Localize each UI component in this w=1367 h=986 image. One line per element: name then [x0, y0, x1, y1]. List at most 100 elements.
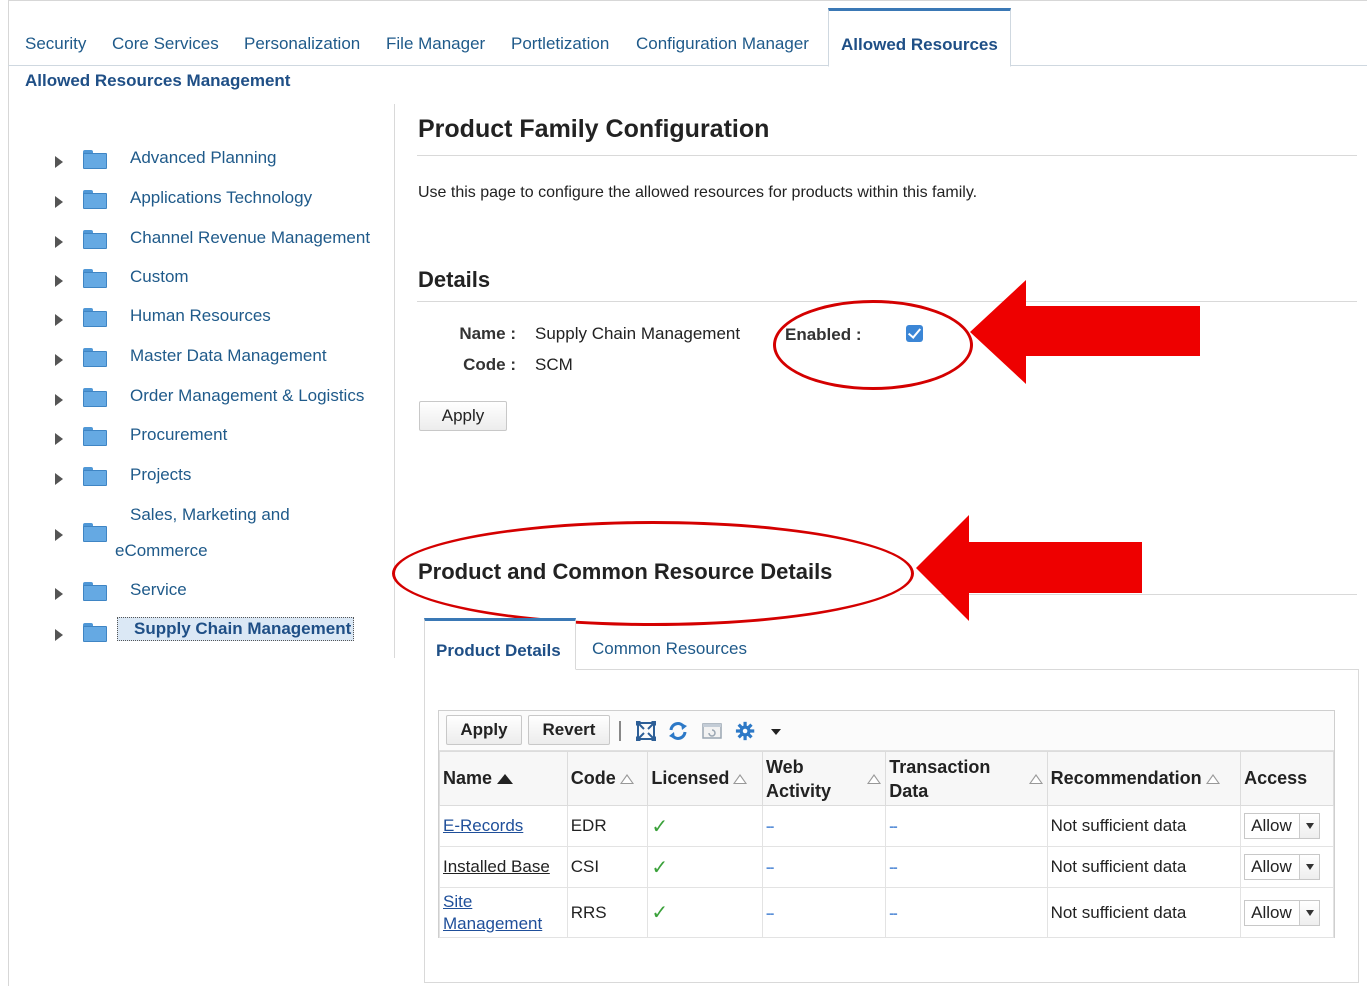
access-select[interactable]: Allow	[1244, 899, 1321, 926]
web-activity-value: --	[765, 859, 774, 875]
column-header-access: Access	[1240, 751, 1334, 806]
folder-icon	[83, 348, 107, 367]
table-toolbar: Apply Revert	[439, 711, 1334, 751]
table-apply-button[interactable]: Apply	[446, 715, 522, 745]
sort-icon[interactable]	[1205, 774, 1220, 785]
folder-icon	[83, 427, 107, 446]
expand-arrow-icon[interactable]	[55, 156, 63, 168]
expand-arrow-icon[interactable]	[55, 236, 63, 248]
expand-arrow-icon[interactable]	[55, 588, 63, 600]
resource-code: EDR	[566, 805, 649, 847]
expand-arrow-icon[interactable]	[55, 394, 63, 406]
tab-allowed-resources[interactable]: Allowed Resources	[828, 8, 1011, 67]
tree-item-label[interactable]: Master Data Management	[130, 346, 327, 366]
resource-name-link[interactable]: Installed Base	[443, 857, 550, 876]
transaction-data-value: --	[889, 904, 897, 921]
transaction-data-value: --	[889, 859, 897, 875]
column-header-name[interactable]: Name	[439, 751, 568, 806]
table-row: Site Management RRS ✓ -- -- Not sufficien…	[439, 887, 1334, 938]
folder-icon	[83, 523, 107, 542]
top-navigation: Security Core Services Personalization F…	[8, 8, 1367, 67]
revert-button[interactable]: Revert	[528, 715, 610, 745]
tree-item-label[interactable]: Applications Technology	[130, 188, 312, 208]
column-header-recommendation[interactable]: Recommendation	[1046, 751, 1242, 806]
sort-icon[interactable]	[733, 774, 748, 785]
tree-item-label[interactable]: Sales, Marketing and	[130, 505, 290, 525]
expand-arrow-icon[interactable]	[55, 314, 63, 326]
folder-icon	[83, 230, 107, 249]
tree-item-label[interactable]: Order Management & Logistics	[130, 386, 364, 406]
folder-icon	[83, 467, 107, 486]
resources-table: Name Code Licensed Web Activity Transacti…	[439, 751, 1334, 938]
name-label: Name :	[459, 324, 516, 343]
tab-configuration-manager[interactable]: Configuration Manager	[636, 34, 809, 54]
annotation-arrow-icon	[916, 515, 1142, 621]
column-header-transaction-data[interactable]: Transaction Data	[885, 751, 1048, 806]
expand-arrow-icon[interactable]	[55, 354, 63, 366]
table-row: Installed Base CSI ✓ -- -- Not sufficien…	[439, 846, 1334, 888]
expand-arrow-icon[interactable]	[55, 433, 63, 445]
web-activity-value: --	[765, 904, 774, 921]
tab-core-services[interactable]: Core Services	[112, 34, 219, 54]
tab-common-resources[interactable]: Common Resources	[592, 639, 747, 659]
folder-icon	[83, 582, 107, 601]
column-header-licensed[interactable]: Licensed	[647, 751, 763, 806]
tab-product-details[interactable]: Product Details	[424, 618, 576, 670]
expand-arrow-icon[interactable]	[55, 529, 63, 541]
folder-icon	[83, 150, 107, 169]
access-select[interactable]: Allow	[1244, 813, 1321, 839]
settings-gear-icon[interactable]	[735, 720, 757, 742]
expand-arrow-icon[interactable]	[55, 275, 63, 287]
intro-text: Use this page to configure the allowed r…	[418, 184, 978, 201]
chevron-down-icon[interactable]	[765, 720, 787, 742]
tree-item-label[interactable]: Procurement	[130, 425, 227, 445]
refresh-icon[interactable]	[667, 720, 689, 742]
column-header-code[interactable]: Code	[566, 751, 649, 806]
tree-item-label[interactable]: Channel Revenue Management	[130, 228, 370, 248]
annotation-arrow-icon	[970, 280, 1200, 384]
tree-item-label[interactable]: Custom	[130, 267, 189, 287]
sort-ascending-icon[interactable]	[497, 774, 514, 785]
tree-item-label[interactable]: Projects	[130, 465, 191, 485]
tree-item-label-continued[interactable]: eCommerce	[115, 541, 208, 561]
transaction-data-value: --	[889, 818, 897, 834]
sort-icon[interactable]	[1028, 774, 1043, 784]
tree-item-label[interactable]: Service	[130, 580, 187, 600]
sort-icon[interactable]	[619, 774, 634, 785]
page-title: Product Family Configuration	[418, 115, 770, 143]
resource-code: CSI	[566, 846, 649, 888]
details-apply-button[interactable]: Apply	[419, 401, 507, 431]
annotation-ellipse	[773, 300, 973, 390]
folder-icon	[83, 308, 107, 327]
detach-table-icon[interactable]	[635, 720, 657, 742]
tab-security[interactable]: Security	[25, 34, 86, 54]
sort-icon[interactable]	[867, 774, 882, 784]
tab-portletization[interactable]: Portletization	[511, 34, 609, 54]
access-select[interactable]: Allow	[1244, 854, 1321, 880]
expand-arrow-icon[interactable]	[55, 196, 63, 208]
folder-icon	[83, 623, 107, 642]
chevron-down-icon[interactable]	[1299, 855, 1320, 879]
resource-name-link[interactable]: E-Records	[443, 816, 523, 835]
tree-item-label[interactable]: Human Resources	[130, 306, 271, 326]
licensed-check-icon: ✓	[651, 815, 669, 838]
tree-item-label-selected[interactable]: Supply Chain Management	[117, 617, 355, 641]
folder-icon	[83, 269, 107, 288]
export-icon[interactable]	[701, 720, 723, 742]
resource-name-link[interactable]: Site Management	[443, 892, 542, 933]
recommendation-value: Not sufficient data	[1046, 846, 1242, 888]
chevron-down-icon[interactable]	[1299, 900, 1320, 925]
resource-code: RRS	[566, 887, 649, 938]
expand-arrow-icon[interactable]	[55, 473, 63, 485]
code-value: SCM	[535, 355, 573, 374]
chevron-down-icon[interactable]	[1299, 814, 1320, 838]
resources-table-container: Apply Revert Name Code Licensed Web Acti…	[438, 710, 1335, 938]
folder-icon	[83, 190, 107, 209]
tab-file-manager[interactable]: File Manager	[386, 34, 485, 54]
tree-item-label[interactable]: Advanced Planning	[130, 148, 277, 168]
column-header-web-activity[interactable]: Web Activity	[761, 751, 887, 806]
annotation-ellipse	[392, 521, 914, 626]
tab-personalization[interactable]: Personalization	[244, 34, 360, 54]
recommendation-value: Not sufficient data	[1046, 805, 1242, 847]
expand-arrow-icon[interactable]	[55, 629, 63, 641]
